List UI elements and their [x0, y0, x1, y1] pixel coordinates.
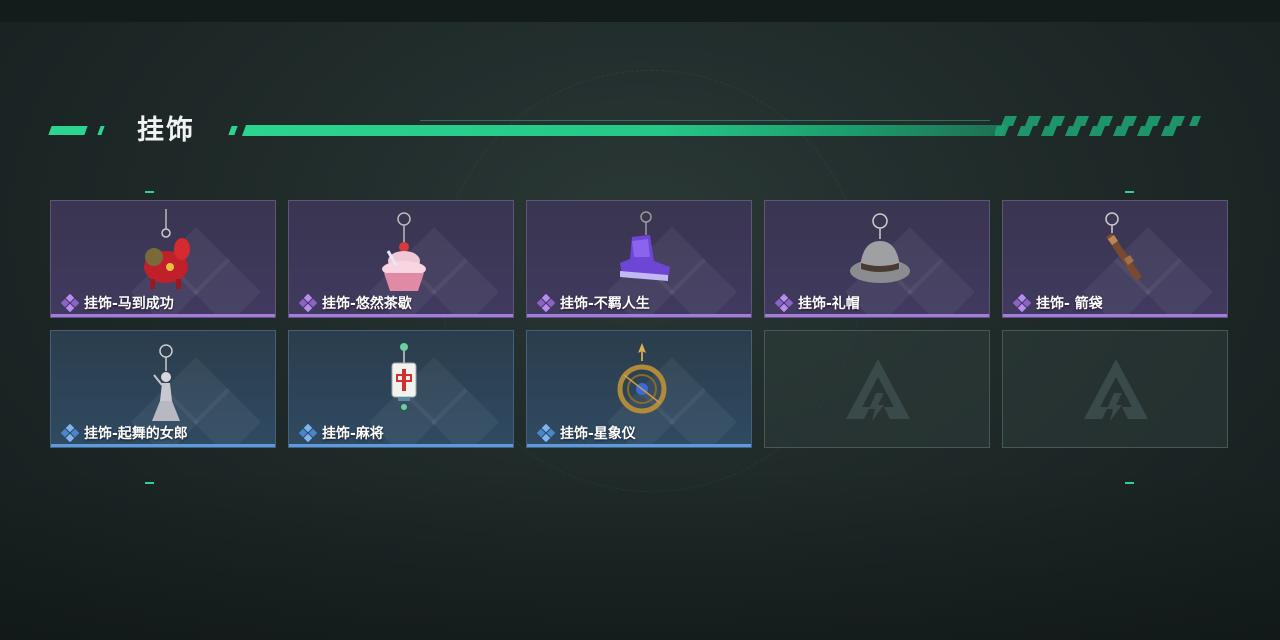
charm-label: 挂饰-马到成功 [60, 293, 174, 313]
charm-name: 挂饰-马到成功 [84, 296, 174, 312]
charm-card[interactable]: 挂饰- 箭袋 [1002, 200, 1228, 318]
corner-tick-top-right [1125, 191, 1134, 193]
rarity-gem-icon [298, 423, 318, 443]
charm-card[interactable]: 挂饰-不羁人生 [526, 200, 752, 318]
rarity-strip [51, 444, 275, 447]
rarity-gem-icon [60, 423, 80, 443]
sneaker-charm-icon [620, 211, 670, 281]
astrolabe-charm-icon [617, 343, 667, 414]
header-accent-tick [97, 126, 105, 135]
header-thin-line [420, 120, 990, 121]
charm-label: 挂饰- 箭袋 [1012, 293, 1103, 313]
background-shadow [0, 470, 1280, 640]
corner-tick-top-left [145, 191, 154, 193]
charm-card[interactable]: 挂饰-悠然茶歇 [288, 200, 514, 318]
quiver-charm-icon [1105, 212, 1142, 281]
charm-label: 挂饰-起舞的女郎 [60, 423, 188, 443]
red-horse-charm-icon [144, 209, 190, 289]
empty-slot-logo-icon [1084, 359, 1148, 421]
rarity-gem-icon [536, 423, 556, 443]
empty-slot-logo-icon [846, 359, 910, 421]
charm-label: 挂饰-星象仪 [536, 423, 636, 443]
rarity-strip [289, 314, 513, 317]
charm-name: 挂饰-礼帽 [798, 296, 860, 312]
charm-label: 挂饰-不羁人生 [536, 293, 650, 313]
charm-name: 挂饰-不羁人生 [560, 296, 650, 312]
header-accent-bar [48, 126, 88, 135]
rarity-gem-icon [1012, 293, 1032, 313]
charm-name: 挂饰-麻将 [322, 426, 384, 442]
charm-label: 挂饰-麻将 [298, 423, 384, 443]
rarity-gem-icon [298, 293, 318, 313]
empty-charm-slot[interactable] [1002, 330, 1228, 448]
mahjong-tile-charm-icon [391, 343, 417, 410]
fedora-hat-charm-icon [850, 213, 910, 283]
rarity-strip [527, 314, 751, 317]
empty-charm-slot[interactable] [764, 330, 990, 448]
section-title: 挂饰 [137, 115, 195, 146]
rarity-strip [289, 444, 513, 447]
rarity-strip [765, 314, 989, 317]
header-checker-pattern [995, 116, 1201, 136]
charm-name: 挂饰- 箭袋 [1036, 296, 1103, 312]
top-band [0, 0, 1280, 22]
charm-card[interactable]: 挂饰-麻将 [288, 330, 514, 448]
rarity-strip [51, 314, 275, 317]
rarity-gem-icon [60, 293, 80, 313]
charm-name: 挂饰-起舞的女郎 [84, 426, 188, 442]
charm-name: 挂饰-悠然茶歇 [322, 296, 412, 312]
charm-card[interactable]: 挂饰-起舞的女郎 [50, 330, 276, 448]
rarity-strip [527, 444, 751, 447]
charm-card[interactable]: 挂饰-礼帽 [764, 200, 990, 318]
header-progress-line [241, 125, 1007, 136]
rarity-gem-icon [774, 293, 794, 313]
corner-tick-bottom-left [145, 482, 154, 484]
charm-card[interactable]: 挂饰-星象仪 [526, 330, 752, 448]
rarity-gem-icon [536, 293, 556, 313]
charm-label: 挂饰-礼帽 [774, 293, 860, 313]
dancer-figure-charm-icon [152, 344, 180, 421]
charm-name: 挂饰-星象仪 [560, 426, 636, 442]
charm-card[interactable]: 挂饰-马到成功 [50, 200, 276, 318]
cupcake-charm-icon [382, 212, 426, 291]
charm-label: 挂饰-悠然茶歇 [298, 293, 412, 313]
header-accent-tick-2 [228, 126, 238, 135]
corner-tick-bottom-right [1125, 482, 1134, 484]
rarity-strip [1003, 314, 1227, 317]
